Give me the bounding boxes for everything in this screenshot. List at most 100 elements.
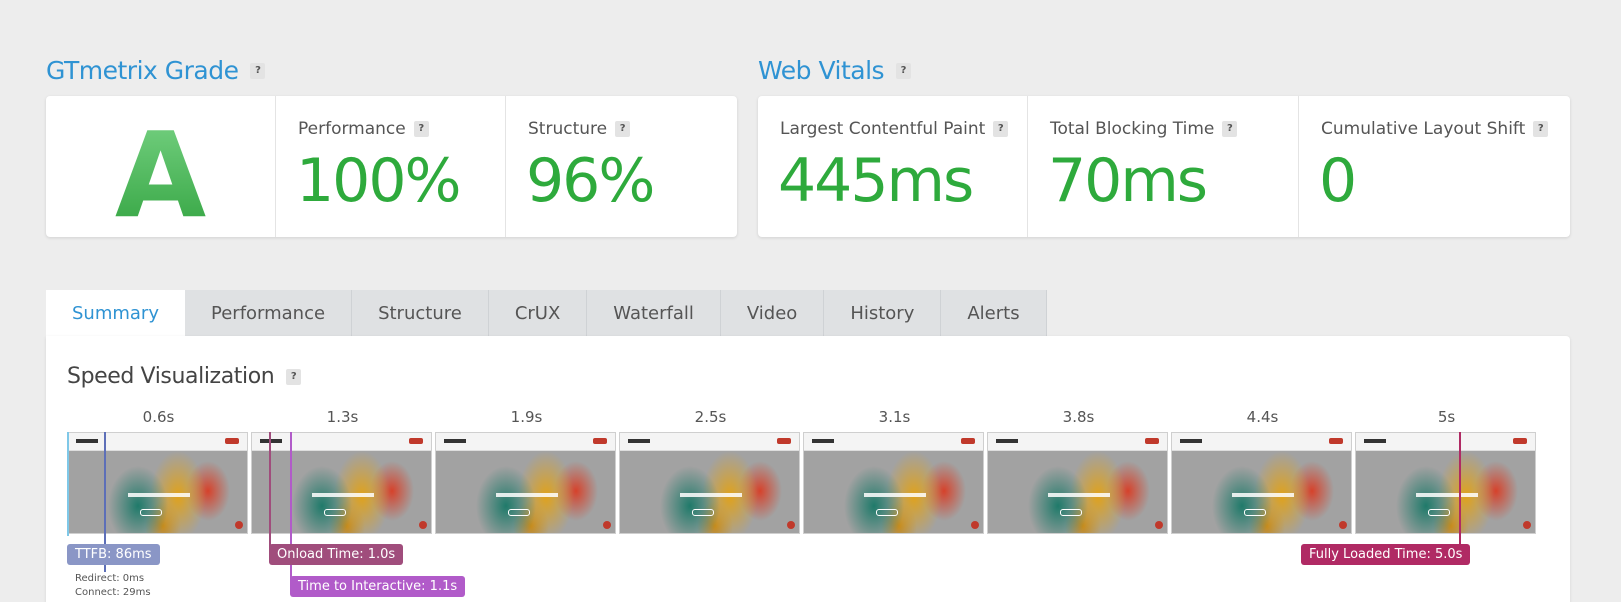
structure-label: Structure ? — [528, 119, 631, 139]
ttfb-label[interactable]: TTFB: 86ms — [67, 544, 160, 565]
filmstrip-frame[interactable] — [803, 432, 984, 534]
filmstrip-frame[interactable] — [1171, 432, 1352, 534]
performance-cell: Performance ? 100% — [276, 96, 506, 237]
tab-video[interactable]: Video — [720, 290, 825, 336]
frame-button-mark — [876, 509, 898, 516]
frame-browser-bar — [1356, 433, 1535, 451]
cls-label-text: Cumulative Layout Shift — [1321, 119, 1526, 139]
tab-waterfall[interactable]: Waterfall — [587, 290, 721, 336]
tbt-label: Total Blocking Time ? — [1050, 119, 1238, 139]
frame-button-mark — [692, 509, 714, 516]
frame-heading-mark — [496, 493, 558, 497]
frame-heading-mark — [1232, 493, 1294, 497]
cls-cell: Cumulative Layout Shift ? 0 — [1299, 96, 1570, 237]
tti-label[interactable]: Time to Interactive: 1.1s — [290, 576, 466, 597]
frame-browser-bar — [252, 433, 431, 451]
frame-screenshot-image — [804, 451, 983, 533]
frame-times: 0.6s 1.3s 1.9s 2.5s 3.1s 3.8s 4.4s 5s — [67, 408, 1548, 428]
frame-badge-icon — [419, 521, 427, 529]
ttfb-breakdown: Redirect: 0ms Connect: 29ms — [75, 572, 151, 600]
frame-browser-bar — [804, 433, 983, 451]
speed-help-icon[interactable]: ? — [286, 368, 302, 385]
frame-browser-bar — [1172, 433, 1351, 451]
frame-button-mark — [140, 509, 162, 516]
summary-panel: Speed Visualization ? 0.6s 1.3s 1.9s 2.5s 3.… — [46, 336, 1570, 602]
frame-screenshot-image — [436, 451, 615, 533]
frame-screenshot-image — [620, 451, 799, 533]
frame-heading-mark — [312, 493, 374, 497]
lcp-cell: Largest Contentful Paint ? 445ms — [758, 96, 1028, 237]
frame-button-mark — [508, 509, 530, 516]
filmstrip-frame[interactable] — [251, 432, 432, 534]
frame-time-label: 1.9s — [510, 408, 543, 426]
tab-alerts[interactable]: Alerts — [941, 290, 1047, 336]
frame-button-mark — [1428, 509, 1450, 516]
start-marker-line — [67, 432, 69, 536]
connect-time: Connect: 29ms — [75, 587, 151, 598]
performance-value: 100% — [296, 146, 462, 216]
performance-label-text: Performance — [298, 119, 406, 139]
structure-label-text: Structure — [528, 119, 608, 139]
grade-cell: A — [46, 96, 276, 244]
fully-loaded-marker-line — [1459, 432, 1461, 560]
filmstrip-frame[interactable] — [987, 432, 1168, 534]
performance-help-icon[interactable]: ? — [413, 121, 429, 137]
frame-time-label: 0.6s — [142, 408, 175, 426]
tab-summary[interactable]: Summary — [46, 290, 185, 336]
structure-value: 96% — [526, 146, 655, 216]
cls-value: 0 — [1319, 146, 1357, 216]
frame-heading-mark — [128, 493, 190, 497]
tbt-help-icon[interactable]: ? — [1222, 121, 1238, 137]
frame-browser-bar — [620, 433, 799, 451]
performance-label: Performance ? — [298, 119, 429, 139]
web-vitals-card: Largest Contentful Paint ? 445ms Total B… — [758, 96, 1570, 237]
frame-button-mark — [1060, 509, 1082, 516]
frame-badge-icon — [603, 521, 611, 529]
fully-loaded-label[interactable]: Fully Loaded Time: 5.0s — [1301, 544, 1471, 565]
filmstrip-frame[interactable] — [435, 432, 616, 534]
grade-help-icon[interactable]: ? — [250, 62, 266, 79]
structure-cell: Structure ? 96% — [506, 96, 737, 237]
frame-time-label: 3.1s — [878, 408, 911, 426]
grade-letter: A — [46, 106, 275, 244]
speed-visualization-title: Speed Visualization — [67, 364, 275, 389]
onload-marker-line — [269, 432, 271, 560]
frame-button-mark — [1244, 509, 1266, 516]
frame-badge-icon — [1523, 521, 1531, 529]
tbt-value: 70ms — [1048, 146, 1208, 216]
frame-screenshot-image — [1172, 451, 1351, 533]
frame-time-label: 4.4s — [1246, 408, 1279, 426]
frame-time-label: 2.5s — [694, 408, 727, 426]
frame-badge-icon — [1339, 521, 1347, 529]
frame-browser-bar — [436, 433, 615, 451]
frame-screenshot-image — [68, 451, 247, 533]
redirect-time: Redirect: 0ms — [75, 573, 145, 584]
frame-heading-mark — [1048, 493, 1110, 497]
tab-performance[interactable]: Performance — [185, 290, 353, 336]
gtmetrix-grade-header: GTmetrix Grade ? — [46, 56, 266, 85]
tab-structure[interactable]: Structure — [352, 290, 489, 336]
filmstrip-frame[interactable] — [619, 432, 800, 534]
lcp-label-text: Largest Contentful Paint — [780, 119, 986, 139]
lcp-label: Largest Contentful Paint ? — [780, 119, 1009, 139]
report-tabs: Summary Performance Structure CrUX Water… — [46, 290, 1047, 336]
frame-badge-icon — [787, 521, 795, 529]
onload-label[interactable]: Onload Time: 1.0s — [269, 544, 404, 565]
tbt-cell: Total Blocking Time ? 70ms — [1028, 96, 1299, 237]
tti-marker-line — [290, 432, 292, 590]
frame-badge-icon — [971, 521, 979, 529]
frame-screenshot-image — [988, 451, 1167, 533]
vitals-help-icon[interactable]: ? — [896, 62, 912, 79]
tab-history[interactable]: History — [824, 290, 942, 336]
frame-heading-mark — [680, 493, 742, 497]
tab-crux[interactable]: CrUX — [488, 290, 588, 336]
filmstrip-frame[interactable] — [1355, 432, 1536, 534]
cls-help-icon[interactable]: ? — [1533, 121, 1549, 137]
filmstrip-frame[interactable] — [67, 432, 248, 534]
speed-visualization-header: Speed Visualization ? — [67, 364, 302, 389]
frame-time-label: 5s — [1437, 408, 1456, 426]
lcp-help-icon[interactable]: ? — [993, 121, 1009, 137]
frame-time-label: 1.3s — [326, 408, 359, 426]
structure-help-icon[interactable]: ? — [615, 121, 631, 137]
frame-browser-bar — [68, 433, 247, 451]
